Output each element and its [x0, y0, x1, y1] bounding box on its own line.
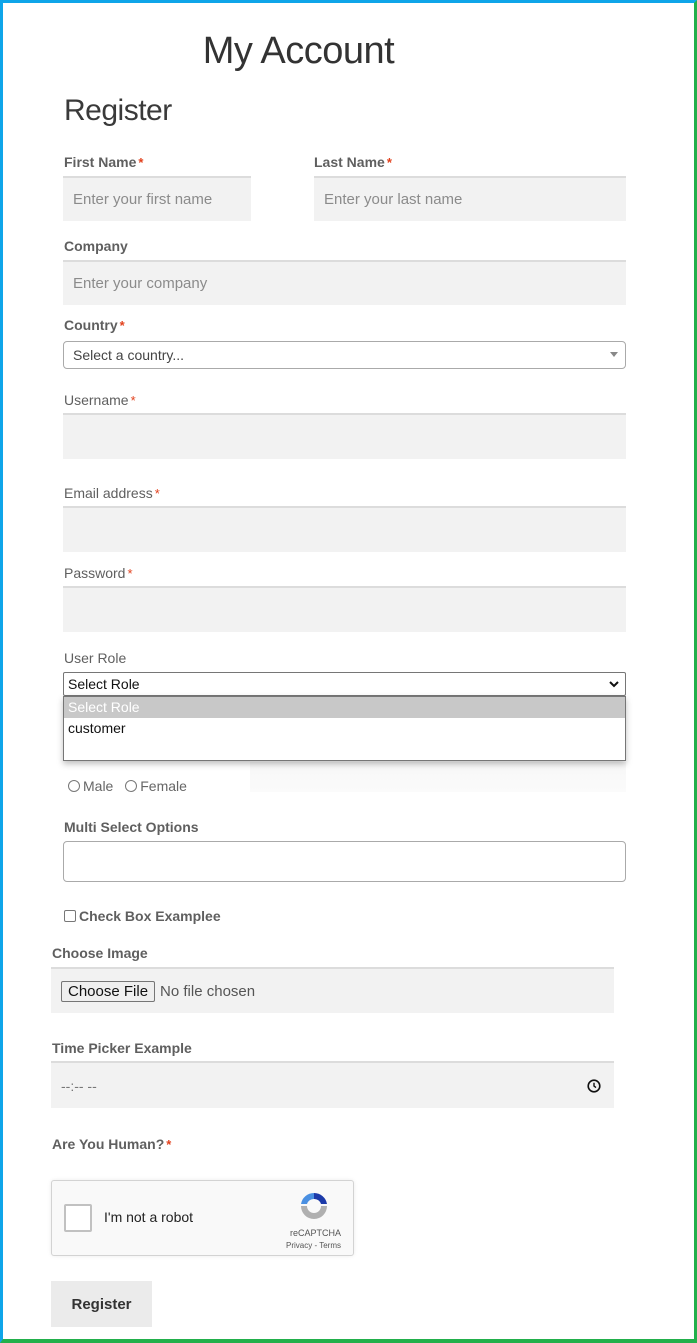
user-role-select[interactable]: Select Role: [63, 672, 626, 696]
username-label: Username *: [64, 392, 136, 408]
gender-option-female[interactable]: Female: [125, 778, 187, 794]
required-marker: *: [386, 155, 392, 170]
required-marker: *: [127, 566, 133, 581]
role-option[interactable]: Select Role: [64, 697, 625, 718]
user-role-dropdown: Select Role customer: [63, 696, 626, 761]
required-marker: *: [154, 486, 160, 501]
time-picker-input[interactable]: --:-- --: [51, 1061, 614, 1108]
time-value: --:-- --: [61, 1077, 97, 1094]
checkbox-example[interactable]: Check Box Examplee: [64, 908, 221, 924]
multi-select-label: Multi Select Options: [64, 819, 199, 835]
multi-select-input[interactable]: [63, 841, 626, 882]
last-name-label: Last Name *: [314, 154, 392, 170]
dropdown-arrow-icon: [610, 352, 618, 357]
required-marker: *: [130, 393, 136, 408]
recaptcha-widget: I'm not a robot reCAPTCHA Privacy - Term…: [51, 1180, 354, 1256]
recaptcha-links[interactable]: Privacy - Terms: [286, 1241, 341, 1250]
last-name-input[interactable]: Enter your last name: [314, 176, 626, 221]
required-marker: *: [119, 318, 125, 333]
form-heading: Register: [64, 94, 172, 127]
clock-icon[interactable]: [587, 1079, 601, 1093]
captcha-label: Are You Human? *: [52, 1136, 172, 1152]
gender-field-background: [250, 762, 626, 792]
radio-icon[interactable]: [68, 780, 80, 792]
gender-option-male[interactable]: Male: [68, 778, 113, 794]
user-role-selected-value: Select Role: [68, 676, 140, 692]
email-input[interactable]: [63, 506, 626, 552]
last-name-placeholder: Enter your last name: [324, 191, 463, 208]
recaptcha-checkbox[interactable]: [64, 1204, 92, 1232]
password-label: Password *: [64, 565, 133, 581]
username-input[interactable]: [63, 413, 626, 459]
email-label: Email address *: [64, 485, 160, 501]
time-picker-label: Time Picker Example: [52, 1040, 192, 1056]
radio-icon[interactable]: [125, 780, 138, 792]
required-marker: *: [138, 155, 144, 170]
company-input[interactable]: Enter your company: [63, 260, 626, 305]
required-marker: *: [166, 1137, 172, 1152]
chevron-down-icon: [609, 681, 619, 688]
choose-image-label: Choose Image: [52, 945, 148, 961]
first-name-label: First Name *: [64, 154, 144, 170]
gender-radio-group: Male Female: [68, 778, 187, 794]
role-option[interactable]: customer: [64, 718, 625, 739]
register-button[interactable]: Register: [51, 1281, 152, 1327]
company-placeholder: Enter your company: [73, 275, 208, 292]
country-label: Country *: [64, 317, 125, 333]
user-role-label: User Role: [64, 650, 127, 666]
country-select[interactable]: Select a country...: [63, 341, 626, 369]
password-input[interactable]: [63, 586, 626, 632]
checkbox-icon[interactable]: [64, 910, 76, 922]
first-name-input[interactable]: Enter your first name: [63, 176, 251, 221]
recaptcha-brand: reCAPTCHA: [289, 1228, 341, 1238]
page-title: My Account: [202, 30, 395, 72]
recaptcha-text: I'm not a robot: [104, 1209, 194, 1225]
recaptcha-logo-icon: [301, 1192, 327, 1219]
first-name-placeholder: Enter your first name: [73, 191, 213, 208]
file-input[interactable]: Choose File No file chosen: [51, 967, 614, 1013]
company-label: Company: [64, 238, 128, 254]
file-status: No file chosen: [160, 982, 256, 1000]
choose-file-button[interactable]: Choose File: [61, 980, 156, 1002]
country-selected-value: Select a country...: [73, 347, 185, 363]
